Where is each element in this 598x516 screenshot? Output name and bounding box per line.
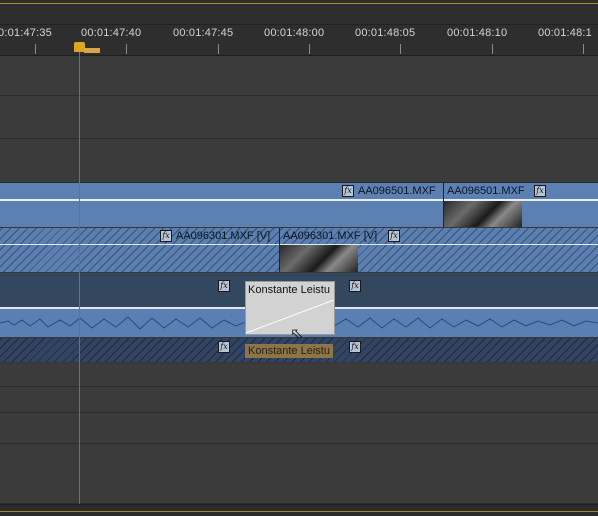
timecode-label: 0:01:47:35 [0,27,52,39]
ruler-tick [218,44,219,54]
clip-thumbnail [280,245,358,272]
fx-icon[interactable]: fx [160,230,172,242]
ruler-tick [400,44,401,54]
fx-icon[interactable]: fx [342,185,354,197]
timecode-label: 00:01:48:00 [264,27,325,39]
transition-label: Konstante Leistu [248,345,330,357]
ruler-tick [492,44,493,54]
playhead-range-indicator [84,48,100,53]
audio-track-empty[interactable] [0,413,598,444]
ruler-tick [35,44,36,54]
timeline-scrollbar[interactable] [0,504,598,516]
clip-name: AA096301.MXF [V] [176,230,271,242]
work-area-bar [0,511,598,512]
video-track-empty[interactable] [0,56,598,96]
audio-track-empty[interactable] [0,387,598,413]
clip-thumbnail [444,201,522,227]
clip-name: AA096501.MXF [358,185,436,197]
audio-track-empty[interactable] [0,444,598,504]
fx-icon[interactable]: fx [349,280,361,292]
transition-label: Konstante Leistu [248,284,330,296]
fx-icon[interactable]: fx [218,280,230,292]
ruler-tick [126,44,127,54]
clip-name: AA096501.MXF [447,185,525,197]
ruler-separator [0,24,598,25]
timecode-label: 00:01:48:1 [538,27,592,39]
video-track-empty[interactable] [0,139,598,183]
ruler-tick [583,44,584,54]
fx-icon[interactable]: fx [349,341,361,353]
audio-track-empty[interactable] [0,363,598,387]
timecode-label: 00:01:48:10 [447,27,508,39]
fx-icon[interactable]: fx [388,230,400,242]
video-track-empty[interactable] [0,96,598,139]
ruler-tick [309,44,310,54]
fx-icon[interactable]: fx [218,341,230,353]
playhead-line[interactable] [79,43,80,515]
ruler-top-line [0,3,598,4]
timecode-label: 00:01:47:45 [173,27,234,39]
clip-name: AA096301.MXF [V] [283,230,378,242]
timecode-label: 00:01:48:05 [355,27,416,39]
fx-icon[interactable]: fx [534,185,546,197]
timecode-label: 00:01:47:40 [81,27,142,39]
